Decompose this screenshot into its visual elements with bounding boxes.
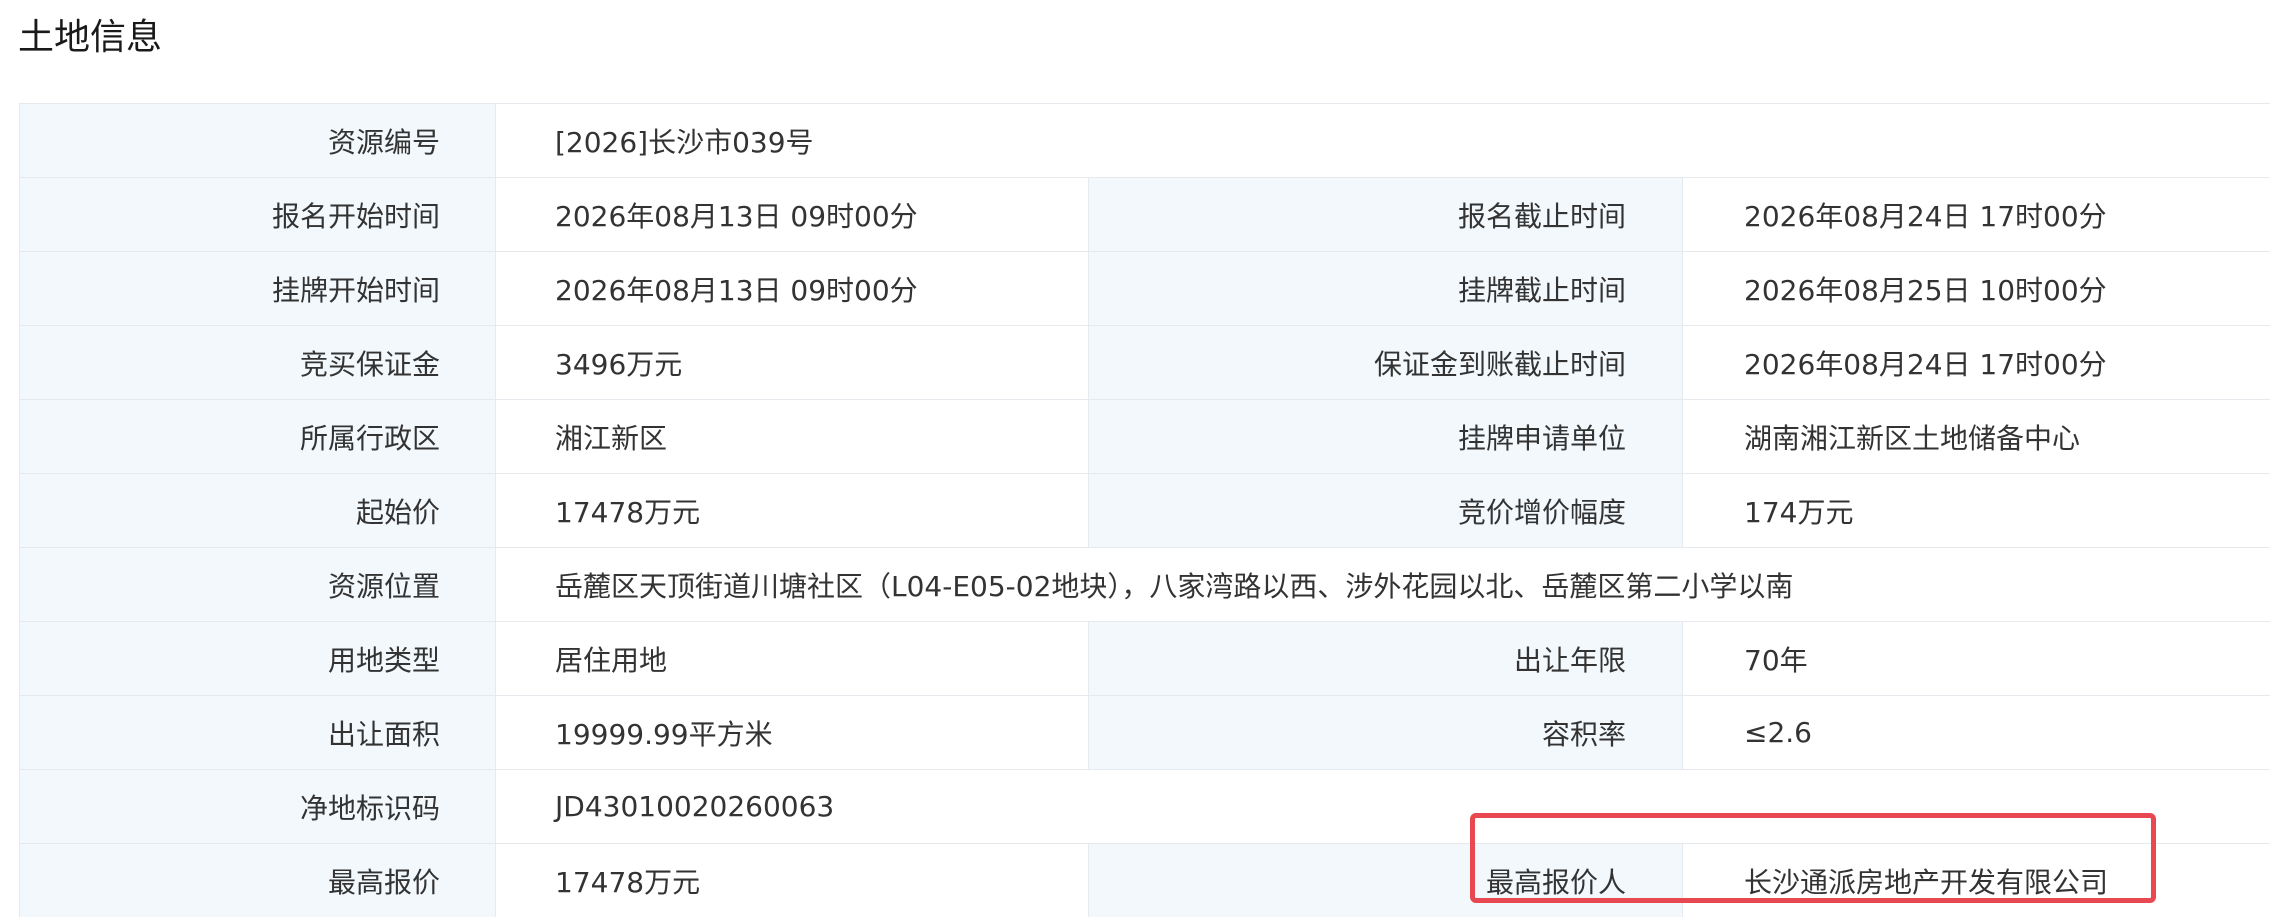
applicant-label: 挂牌申请单位: [1089, 400, 1683, 474]
area-label: 出让面积: [20, 696, 496, 770]
deposit-value: 3496万元: [496, 326, 1089, 400]
clean-land-code-value: JD43010020260063: [496, 770, 2270, 844]
table-row: 最高报价 17478万元 最高报价人 长沙通派房地产开发有限公司: [20, 844, 2270, 917]
registration-end-label: 报名截止时间: [1089, 178, 1683, 252]
bid-increment-value: 174万元: [1683, 474, 2270, 548]
listing-end-label: 挂牌截止时间: [1089, 252, 1683, 326]
deposit-deadline-value: 2026年08月24日 17时00分: [1683, 326, 2270, 400]
table-row: 用地类型 居住用地 出让年限 70年: [20, 622, 2270, 696]
lease-term-value: 70年: [1683, 622, 2270, 696]
resource-number-value: [2026]长沙市039号: [496, 104, 2270, 178]
district-value: 湘江新区: [496, 400, 1089, 474]
table-row: 出让面积 19999.99平方米 容积率 ≤2.6: [20, 696, 2270, 770]
table-row: 竞买保证金 3496万元 保证金到账截止时间 2026年08月24日 17时00…: [20, 326, 2270, 400]
resource-number-label: 资源编号: [20, 104, 496, 178]
table-row: 挂牌开始时间 2026年08月13日 09时00分 挂牌截止时间 2026年08…: [20, 252, 2270, 326]
district-label: 所属行政区: [20, 400, 496, 474]
highest-bid-value: 17478万元: [496, 844, 1089, 917]
highest-bidder-label: 最高报价人: [1089, 844, 1683, 917]
plot-ratio-value: ≤2.6: [1683, 696, 2270, 770]
land-use-label: 用地类型: [20, 622, 496, 696]
listing-end-value: 2026年08月25日 10时00分: [1683, 252, 2270, 326]
applicant-value: 湖南湘江新区土地储备中心: [1683, 400, 2270, 474]
registration-end-value: 2026年08月24日 17时00分: [1683, 178, 2270, 252]
clean-land-code-label: 净地标识码: [20, 770, 496, 844]
deposit-deadline-label: 保证金到账截止时间: [1089, 326, 1683, 400]
plot-ratio-label: 容积率: [1089, 696, 1683, 770]
area-value: 19999.99平方米: [496, 696, 1089, 770]
bid-increment-label: 竞价增价幅度: [1089, 474, 1683, 548]
table-row: 起始价 17478万元 竞价增价幅度 174万元: [20, 474, 2270, 548]
registration-start-label: 报名开始时间: [20, 178, 496, 252]
location-label: 资源位置: [20, 548, 496, 622]
highest-bid-label: 最高报价: [20, 844, 496, 917]
table-row: 资源位置 岳麓区天顶街道川塘社区（L04-E05-02地块），八家湾路以西、涉外…: [20, 548, 2270, 622]
highest-bidder-value: 长沙通派房地产开发有限公司: [1683, 844, 2270, 917]
lease-term-label: 出让年限: [1089, 622, 1683, 696]
land-use-value: 居住用地: [496, 622, 1089, 696]
page-title: 土地信息: [18, 10, 162, 66]
starting-price-value: 17478万元: [496, 474, 1089, 548]
table-row: 资源编号 [2026]长沙市039号: [20, 104, 2270, 178]
listing-start-label: 挂牌开始时间: [20, 252, 496, 326]
location-value: 岳麓区天顶街道川塘社区（L04-E05-02地块），八家湾路以西、涉外花园以北、…: [496, 548, 2270, 622]
table-row: 净地标识码 JD43010020260063: [20, 770, 2270, 844]
table-row: 报名开始时间 2026年08月13日 09时00分 报名截止时间 2026年08…: [20, 178, 2270, 252]
registration-start-value: 2026年08月13日 09时00分: [496, 178, 1089, 252]
table-row: 所属行政区 湘江新区 挂牌申请单位 湖南湘江新区土地储备中心: [20, 400, 2270, 474]
deposit-label: 竞买保证金: [20, 326, 496, 400]
land-info-table: 资源编号 [2026]长沙市039号 报名开始时间 2026年08月13日 09…: [19, 103, 2270, 917]
starting-price-label: 起始价: [20, 474, 496, 548]
listing-start-value: 2026年08月13日 09时00分: [496, 252, 1089, 326]
